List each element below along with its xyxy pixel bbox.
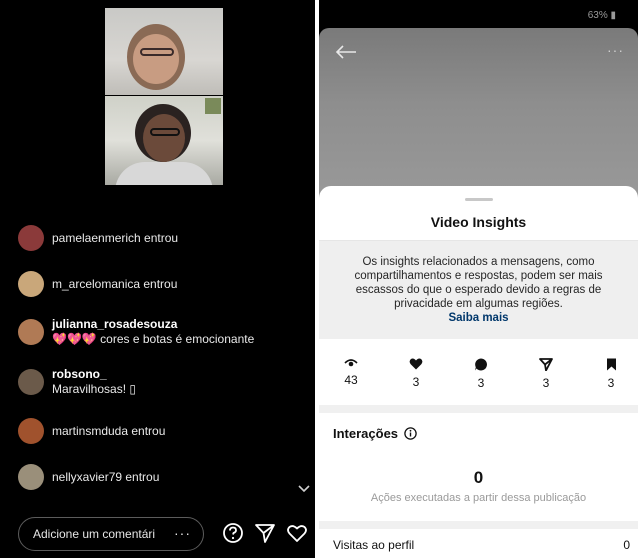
metric-shares: 3: [526, 358, 566, 390]
heart-icon: [409, 358, 423, 370]
metric-value: 43: [344, 373, 358, 387]
chat-username[interactable]: julianna_rosadesouza: [52, 317, 254, 332]
divider: [319, 521, 638, 529]
privacy-notice: Os insights relacionados a mensagens, co…: [319, 241, 638, 339]
send-icon[interactable]: [254, 522, 276, 544]
chat-username[interactable]: robsono_: [52, 367, 136, 382]
profile-visits-label: Visitas ao perfil: [333, 538, 415, 552]
actions-count: 0: [473, 468, 484, 487]
chevron-down-icon[interactable]: [298, 485, 310, 493]
insights-panel: 63% ▮ ··· Video Insights Os insights rel…: [319, 0, 638, 558]
chat-message: 💖💖💖 cores e botas é emocionante: [52, 332, 255, 346]
metric-likes: 3: [396, 358, 436, 389]
avatar[interactable]: [18, 271, 44, 297]
divider: [319, 405, 638, 413]
chat-join-row: pamelaenmerich entrou: [18, 225, 178, 251]
sheet-title: Video Insights: [430, 214, 527, 230]
back-arrow-icon[interactable]: [335, 44, 357, 60]
battery-status: 63% ▮: [587, 10, 616, 21]
eye-icon: [344, 359, 358, 367]
comment-icon: [475, 358, 487, 371]
insights-sheet: Video Insights Os insights relacionados …: [319, 186, 638, 558]
chat-comment-row: robsono_ Maravilhosas! ▯: [18, 367, 136, 397]
chat-join-text: pamelaenmerich entrou: [52, 230, 179, 245]
comment-placeholder: Adicione um comentári: [33, 527, 156, 541]
metric-views: 43: [331, 358, 371, 387]
chat-message: Maravilhosas! ▯: [52, 382, 136, 396]
bookmark-icon: [606, 358, 616, 371]
interactions-heading: Interações: [333, 426, 417, 441]
heart-icon[interactable]: [286, 522, 308, 544]
avatar[interactable]: [18, 369, 44, 395]
guest-video-tile: [105, 8, 223, 95]
chat-join-row: nellyxavier79 entrou: [18, 464, 159, 490]
more-options-icon[interactable]: ···: [607, 42, 624, 58]
send-icon: [539, 358, 553, 371]
metric-value: 3: [607, 376, 615, 390]
chat-join-row: martinsmduda entrou: [18, 418, 165, 444]
notice-text: Os insights relacionados a mensagens, co…: [354, 256, 603, 310]
profile-visits-value: 0: [623, 538, 630, 552]
chat-join-text: martinsmduda entrou: [52, 423, 166, 438]
avatar[interactable]: [18, 418, 44, 444]
chat-join-text: m_arcelomanica entrou: [52, 276, 178, 291]
avatar[interactable]: [18, 225, 44, 251]
chat-comment-row: julianna_rosadesouza 💖💖💖 cores e botas é…: [18, 317, 254, 347]
chat-join-text: nellyxavier79 entrou: [52, 469, 160, 484]
avatar[interactable]: [18, 319, 44, 345]
sheet-grabber[interactable]: [465, 198, 493, 201]
metric-value: 3: [542, 376, 550, 390]
live-stream-panel: pamelaenmerich entrou m_arcelomanica ent…: [0, 0, 315, 558]
more-options-icon[interactable]: ···: [174, 525, 191, 541]
avatar[interactable]: [18, 464, 44, 490]
metric-value: 3: [412, 375, 420, 389]
interactions-label: Interações: [333, 426, 399, 441]
question-icon[interactable]: [222, 522, 244, 544]
metric-saves: 3: [591, 358, 631, 390]
host-video-tile: [105, 96, 223, 185]
learn-more-link[interactable]: Saiba mais: [448, 312, 508, 324]
metric-value: 3: [477, 376, 485, 390]
info-icon[interactable]: [404, 427, 417, 440]
metric-comments: 3: [461, 358, 501, 390]
comment-input[interactable]: Adicione um comentári ···: [18, 517, 204, 551]
actions-label: Ações executadas a partir dessa publicaç…: [370, 492, 587, 504]
chat-join-row: m_arcelomanica entrou: [18, 271, 177, 297]
